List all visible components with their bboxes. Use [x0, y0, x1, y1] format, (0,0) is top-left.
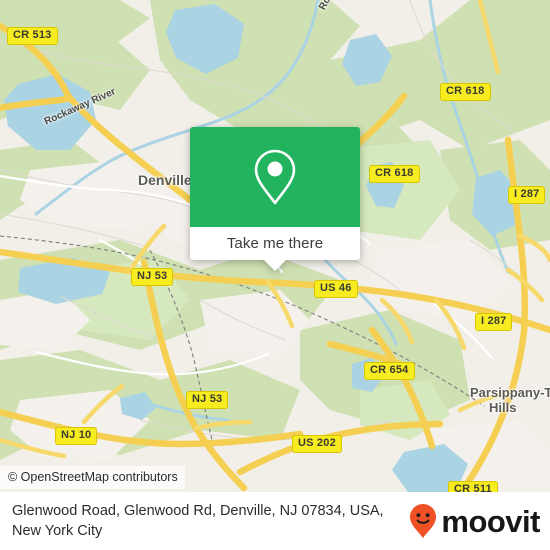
road-shield-cr-511: CR 511	[448, 481, 498, 492]
road-shield-nj-10: NJ 10	[55, 427, 98, 445]
moovit-smiley-pin-icon	[410, 504, 437, 538]
road-shield-cr-654: CR 654	[364, 362, 415, 380]
popup-pointer	[264, 260, 286, 271]
address-text: Glenwood Road, Glenwood Rd, Denville, NJ…	[12, 503, 384, 539]
road-shield-us-46: US 46	[314, 280, 358, 298]
bottom-info-bar: Glenwood Road, Glenwood Rd, Denville, NJ…	[0, 492, 550, 550]
place-label-denville: Denville	[138, 172, 192, 188]
road-shield-cr-618-west: CR 618	[369, 165, 420, 183]
take-me-there-button[interactable]: Take me there	[190, 227, 360, 260]
place-label-parsippany: Parsippany-T	[470, 385, 550, 400]
popup-header	[190, 127, 360, 227]
take-me-there-label: Take me there	[226, 235, 324, 252]
location-popup-card[interactable]: Take me there	[190, 127, 360, 271]
road-shield-nj-53-south: NJ 53	[186, 391, 229, 409]
osm-attribution[interactable]: © OpenStreetMap contributors	[0, 466, 185, 489]
road-shield-i-287-south: I 287	[475, 313, 513, 331]
road-shield-nj-53-north: NJ 53	[131, 268, 174, 286]
road-shield-cr-513: CR 513	[7, 27, 58, 45]
road-shield-cr-618-north: CR 618	[440, 83, 491, 101]
moovit-logo[interactable]: moovit	[409, 503, 540, 539]
map-pin-icon	[254, 149, 296, 205]
moovit-map-screen: .wood { fill:#cfe0b2; } .park { fill:#d6…	[0, 0, 550, 550]
moovit-wordmark: moovit	[441, 503, 540, 539]
map-canvas[interactable]: .wood { fill:#cfe0b2; } .park { fill:#d6…	[0, 0, 550, 492]
place-label-parsippany-hills: Hills	[489, 400, 517, 415]
road-shield-us-202: US 202	[292, 435, 342, 453]
road-shield-i-287-north: I 287	[508, 186, 546, 204]
